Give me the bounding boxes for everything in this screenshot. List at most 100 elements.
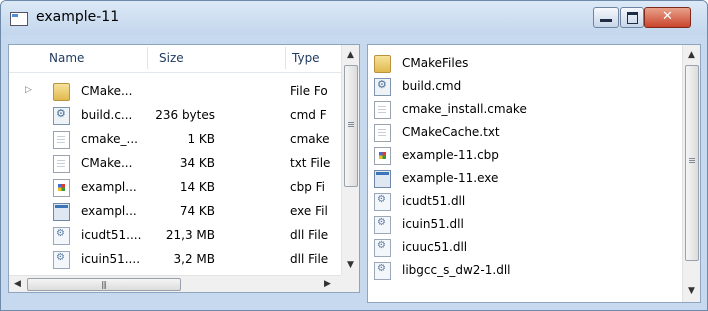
file-size: 1 KB [187,132,215,146]
file-size: 34 KB [179,156,215,170]
cmd-file-icon [374,78,391,96]
exe-file-icon [53,203,70,221]
item-name: libgcc_s_dw2-1.dll [402,263,511,277]
dll-file-icon [53,227,70,245]
vertical-scrollbar[interactable]: ▲ ▼ [682,45,700,302]
file-type: dll File [290,228,329,242]
window-title: example-11 [36,9,120,25]
file-name: CMake... [81,156,133,170]
list-item[interactable]: CMakeFiles [368,51,682,75]
file-size: 236 bytes [155,108,215,122]
item-name: icuin51.dll [402,217,464,231]
list-item[interactable]: build.cmd [368,74,682,98]
dll-file-icon [53,251,70,269]
file-row[interactable]: exampl... 74 KB exe Fil [9,199,341,223]
explorer-window: example-11 ✕ Name Size Type ▷ CMake... F… [0,0,708,311]
close-icon: ✕ [662,9,673,24]
file-row[interactable]: ▷ CMake... File Fo [9,79,341,103]
file-icon [374,124,391,142]
maximize-button[interactable] [620,7,644,28]
list-item[interactable]: example-11.exe [368,166,682,190]
column-header-type[interactable]: Type [292,45,320,72]
item-name: build.cmd [402,79,462,93]
list-item[interactable]: libgcc_s_dw2-1.dll [368,258,682,282]
column-divider[interactable] [285,47,286,69]
file-size: 14 KB [179,180,215,194]
list-item[interactable]: cmake_install.cmake [368,97,682,121]
file-type: exe Fil [290,204,328,218]
close-button[interactable]: ✕ [644,7,691,28]
scrollbar-thumb[interactable] [685,65,699,261]
file-size: 21,3 MB [165,228,215,242]
scroll-right-arrow-icon[interactable]: ▶ [319,276,336,292]
list-item[interactable]: icuuc51.dll [368,235,682,259]
scrollbar-thumb[interactable] [344,65,358,187]
file-name: build.c... [81,108,133,122]
maximize-icon [627,12,638,24]
file-type: txt File [290,156,331,170]
file-name: exampl... [81,204,137,218]
scroll-up-arrow-icon[interactable]: ▲ [342,47,359,64]
column-header-row: Name Size Type [9,45,341,73]
grip-icon: ||| [101,280,107,289]
details-pane[interactable]: Name Size Type ▷ CMake... File Fo build.… [8,44,360,293]
expand-arrow-icon[interactable]: ▷ [25,85,32,95]
file-row[interactable]: icuin51.... 3,2 MB dll File [9,247,341,271]
grip-icon [689,158,695,159]
file-size: 74 KB [179,204,215,218]
title-bar[interactable]: example-11 ✕ [1,1,707,35]
minimize-icon [600,19,612,22]
exe-file-icon [374,170,391,188]
dll-file-icon [374,216,391,234]
file-icon [53,131,70,149]
file-type: cbp Fi [290,180,326,194]
file-row[interactable]: cmake_... 1 KB cmake [9,127,341,151]
list-item[interactable]: icuin51.dll [368,212,682,236]
column-divider[interactable] [147,47,148,69]
file-name: cmake_... [81,132,138,146]
file-type: cmd F [290,108,327,122]
folder-icon [53,83,70,101]
dll-file-icon [374,193,391,211]
minimize-button[interactable] [593,7,619,28]
scrollbar-corner [341,275,359,292]
scroll-down-arrow-icon[interactable]: ▼ [683,283,700,300]
list-item[interactable]: example-11.cbp [368,143,682,167]
file-row[interactable]: build.c... 236 bytes cmd F [9,103,341,127]
scroll-left-arrow-icon[interactable]: ◀ [9,276,26,292]
item-name: CMakeCache.txt [402,125,500,139]
file-row[interactable]: icudt51.... 21,3 MB dll File [9,223,341,247]
vertical-scrollbar[interactable]: ▲ ▼ [341,45,359,275]
cbp-file-icon [374,147,391,165]
scroll-down-arrow-icon[interactable]: ▼ [342,257,359,274]
item-name: example-11.cbp [402,148,499,162]
list-item[interactable]: icudt51.dll [368,189,682,213]
grip-icon [348,122,354,123]
file-row[interactable]: exampl... 14 KB cbp Fi [9,175,341,199]
item-name: example-11.exe [402,171,499,185]
item-name: cmake_install.cmake [402,102,527,116]
item-name: CMakeFiles [402,56,469,70]
column-header-name[interactable]: Name [49,45,84,72]
list-pane[interactable]: CMakeFiles build.cmd cmake_install.cmake… [367,44,701,303]
horizontal-scrollbar-thumb[interactable]: ||| [27,278,181,291]
cmd-file-icon [53,107,70,125]
item-name: icudt51.dll [402,194,466,208]
file-name: exampl... [81,180,137,194]
file-icon [374,101,391,119]
file-type: dll File [290,252,329,266]
file-type: cmake [290,132,330,146]
file-icon [53,155,70,173]
file-row[interactable]: CMake... 34 KB txt File [9,151,341,175]
dll-file-icon [374,239,391,257]
file-size: 3,2 MB [173,252,215,266]
horizontal-scrollbar[interactable]: ◀ ||| ▶ [9,275,341,292]
file-name: icuin51.... [81,252,141,266]
window-icon [10,12,28,26]
file-type: File Fo [290,84,328,98]
column-header-size[interactable]: Size [159,45,184,72]
scroll-up-arrow-icon[interactable]: ▲ [683,47,700,64]
list-item[interactable]: CMakeCache.txt [368,120,682,144]
file-name: icudt51.... [81,228,142,242]
file-name: CMake... [81,84,133,98]
